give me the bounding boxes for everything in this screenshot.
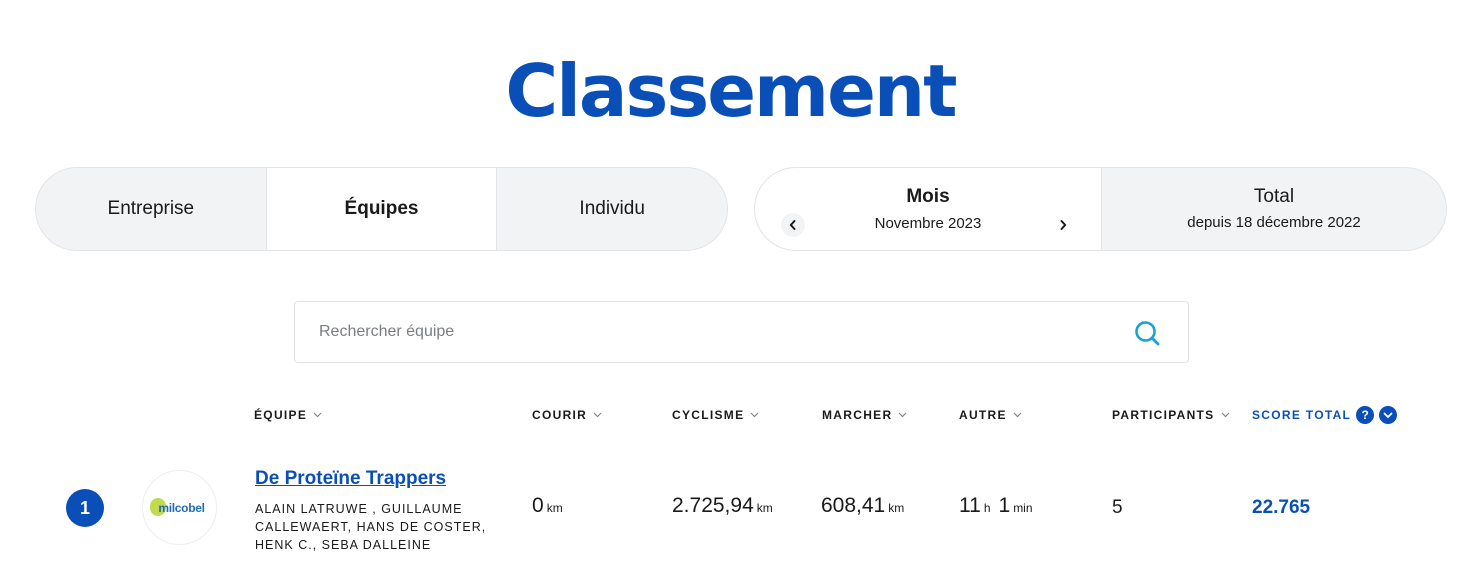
- column-walk[interactable]: MARCHER: [822, 408, 907, 422]
- search-icon[interactable]: [1133, 319, 1161, 347]
- column-team-label: ÉQUIPE: [254, 408, 308, 422]
- tab-equipes[interactable]: Équipes: [265, 168, 498, 250]
- month-value: Novembre 2023: [874, 215, 982, 232]
- chevron-down-icon: [313, 412, 322, 418]
- tab-entreprise[interactable]: Entreprise: [36, 168, 266, 250]
- month-label: Mois: [906, 186, 950, 207]
- chevron-down-icon: [1383, 412, 1393, 418]
- chevron-right-icon: [1060, 220, 1067, 230]
- search-input[interactable]: [319, 302, 1099, 362]
- next-month-button[interactable]: [1051, 213, 1075, 237]
- tab-total[interactable]: Total depuis 18 décembre 2022: [1102, 168, 1446, 250]
- total-label: Total: [1253, 186, 1295, 207]
- page-title: Classement: [505, 49, 957, 133]
- logo-wordmark: milcobel: [150, 497, 205, 516]
- column-cycling-label: CYCLISME: [672, 408, 745, 422]
- tab-month[interactable]: Mois Novembre 2023: [755, 168, 1102, 250]
- team-members: ALAIN LATRUWE , GUILLAUME CALLEWAERT, HA…: [255, 502, 487, 552]
- sort-desc-button[interactable]: [1379, 406, 1398, 424]
- score-total: 22.765: [1252, 497, 1311, 518]
- rank-badge: 1: [66, 489, 104, 527]
- column-other[interactable]: AUTRE: [959, 408, 1022, 422]
- team-logo: milcobel: [142, 470, 217, 545]
- column-walk-label: MARCHER: [822, 408, 893, 422]
- column-score[interactable]: SCORE TOTAL ?: [1252, 406, 1398, 424]
- type-tabs: Entreprise Équipes Individu: [35, 167, 728, 251]
- chevron-down-icon: [1221, 412, 1229, 418]
- total-value: depuis 18 décembre 2022: [1187, 214, 1361, 231]
- column-team[interactable]: ÉQUIPE: [254, 408, 322, 422]
- chevron-down-icon: [1013, 412, 1022, 418]
- search-box: [294, 301, 1189, 363]
- walk-distance: 608,41 km: [821, 494, 905, 517]
- column-participants[interactable]: PARTICIPANTS: [1112, 408, 1230, 422]
- column-score-label: SCORE TOTAL: [1252, 408, 1352, 422]
- cycling-distance: 2.725,94 km: [672, 494, 773, 517]
- column-cycling[interactable]: CYCLISME: [672, 408, 759, 422]
- chevron-down-icon: [593, 412, 602, 418]
- column-other-label: AUTRE: [959, 408, 1007, 422]
- team-name-link[interactable]: De Proteïne Trappers: [255, 468, 446, 490]
- chevron-down-icon: [899, 412, 907, 418]
- period-tabs: Mois Novembre 2023 Total depuis 18 décem…: [754, 167, 1447, 251]
- other-duration: 11 h 1 min: [959, 494, 1033, 517]
- participants-count: 5: [1112, 497, 1123, 518]
- chevron-down-icon: [750, 412, 759, 418]
- column-run-label: COURIR: [532, 408, 588, 422]
- question-icon[interactable]: ?: [1356, 406, 1375, 424]
- run-distance: 0 km: [532, 494, 563, 517]
- column-participants-label: PARTICIPANTS: [1112, 408, 1215, 422]
- tab-individu[interactable]: Individu: [497, 168, 727, 250]
- column-run[interactable]: COURIR: [532, 408, 602, 422]
